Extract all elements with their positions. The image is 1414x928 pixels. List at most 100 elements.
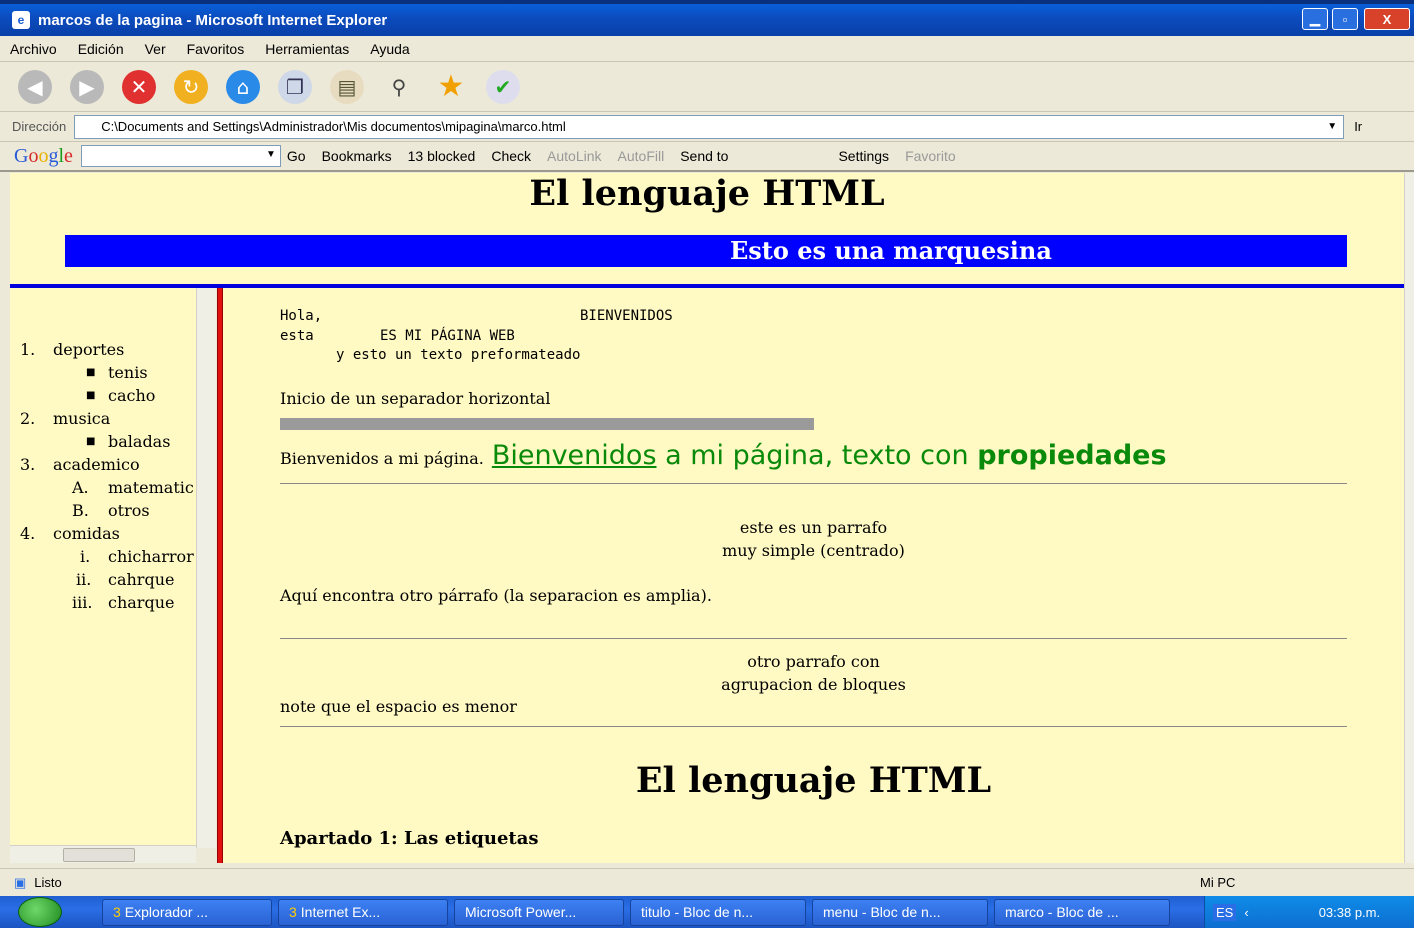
copy-icon[interactable]: ❐ (278, 69, 312, 104)
favorites-star-icon[interactable]: ★ (434, 69, 468, 104)
address-input[interactable]: C:\Documents and Settings\Administrador\… (74, 114, 1345, 139)
address-label: Dirección (12, 119, 67, 134)
language-indicator[interactable]: ES (1213, 903, 1237, 921)
minimize-button[interactable]: ▁ (1302, 8, 1328, 30)
frame-heading: El lenguaje HTML (529, 173, 885, 214)
task-count: 3 (289, 904, 297, 920)
task-label: Explorador ... (124, 904, 209, 920)
title-frame: El lenguaje HTML Esto es una marquesina (10, 173, 1404, 284)
scroll-thumb[interactable] (63, 848, 135, 862)
menu-herramientas[interactable]: Herramientas (265, 41, 349, 57)
window-titlebar: e marcos de la pagina - Microsoft Intern… (0, 0, 1414, 36)
list-item-cacho[interactable]: cacho (108, 386, 155, 405)
bullet-icon: ■ (86, 436, 96, 447)
list-item-matematica[interactable]: matematic (108, 478, 194, 497)
search-icon[interactable]: ⚲ (382, 70, 416, 104)
list-marker: B. (72, 501, 89, 520)
welcome-mid: a mi página, texto con (656, 440, 978, 471)
list-item-tenis[interactable]: tenis (108, 363, 148, 382)
list-item-baladas[interactable]: baladas (108, 432, 170, 451)
forward-icon[interactable]: ▶ (70, 69, 104, 104)
list-marker: 3. (20, 455, 36, 474)
zone-text: Mi PC (1200, 875, 1236, 890)
list-item-cahrque[interactable]: cahrque (108, 570, 174, 589)
chevron-down-icon[interactable]: ▼ (1321, 116, 1343, 138)
send-to-button[interactable]: Send to (680, 148, 728, 164)
bookmarks-button[interactable]: Bookmarks (322, 148, 392, 164)
popup-blocked-button[interactable]: 13 blocked (408, 148, 476, 164)
clock: 03:38 p.m. (1318, 904, 1381, 920)
google-search-input[interactable]: ▼ (80, 145, 281, 167)
welcome-line: Bienvenidos a mi página. Bienvenidos a m… (280, 440, 1167, 471)
menu-ver[interactable]: Ver (145, 41, 166, 57)
note-text: note que el espacio es menor (280, 697, 517, 716)
marquee-banner: Esto es una marquesina (65, 235, 1347, 267)
other-paragraph: Aquí encontra otro párrafo (la separacio… (280, 586, 712, 605)
task-label: menu - Bloc de n... (823, 904, 941, 920)
page-icon: ▣ (14, 874, 27, 890)
system-tray: ES ‹ 03:38 p.m. (1204, 896, 1414, 928)
windows-logo-icon (18, 897, 62, 927)
taskbar-item-menu[interactable]: menu - Bloc de n... (812, 898, 988, 926)
menu-frame: 1. deportes ■ tenis ■ cacho 2. musica ■ … (10, 288, 196, 863)
block-line-1: otro parrafo con (747, 652, 880, 671)
menu-edicion[interactable]: Edición (78, 41, 124, 57)
pre-text: esta (280, 328, 314, 344)
task-label: Internet Ex... (300, 904, 381, 920)
list-item-deportes[interactable]: deportes (53, 340, 124, 359)
section-heading: Apartado 1: Las etiquetas (280, 828, 539, 849)
list-marker: 2. (20, 409, 36, 428)
list-item-academico[interactable]: academico (53, 455, 140, 474)
google-go-button[interactable]: Go (287, 148, 306, 164)
taskbar-item-marco[interactable]: marco - Bloc de ... (994, 898, 1170, 926)
list-marker: 4. (20, 524, 36, 543)
taskbar: 3 Explorador ... 3 Internet Ex... Microsof… (0, 896, 1414, 928)
google-logo: Google (14, 144, 73, 167)
list-item-charque[interactable]: charque (108, 593, 174, 612)
address-bar: Dirección C:\Documents and Settings\Admi… (0, 112, 1414, 142)
taskbar-item-internet-explorer[interactable]: 3 Internet Ex... (278, 898, 448, 926)
tray-icons[interactable]: ‹ (1244, 905, 1248, 920)
horizontal-rule (280, 638, 1347, 639)
spellcheck-button[interactable]: Check (491, 148, 531, 164)
status-bar: ▣ Listo Mi PC (0, 868, 1414, 896)
task-label: Microsoft Power... (465, 904, 577, 920)
autolink-button[interactable]: AutoLink (547, 148, 601, 164)
stop-icon[interactable]: ✕ (122, 69, 156, 104)
start-button[interactable] (0, 896, 80, 928)
bullet-icon: ■ (86, 390, 96, 401)
history-icon[interactable]: ✔ (486, 69, 520, 104)
task-count: 3 (113, 904, 121, 920)
autofill-button[interactable]: AutoFill (618, 148, 665, 164)
menu-frame-vertical-scrollbar[interactable] (196, 288, 216, 848)
content-vertical-scrollbar[interactable] (1404, 173, 1414, 863)
settings-button[interactable]: Settings (838, 148, 889, 164)
home-icon[interactable]: ⌂ (226, 69, 260, 104)
centered-line-1: este es un parrafo (739, 518, 888, 537)
list-item-otros[interactable]: otros (108, 501, 150, 520)
favorites-button[interactable]: Favorito (905, 148, 956, 164)
list-item-chicharron[interactable]: chicharror (108, 547, 194, 566)
taskbar-item-titulo[interactable]: titulo - Bloc de n... (630, 898, 806, 926)
menu-bar: Archivo Edición Ver Favoritos Herramient… (0, 36, 1414, 62)
list-item-musica[interactable]: musica (53, 409, 110, 428)
menu-frame-horizontal-scrollbar[interactable] (10, 845, 196, 863)
task-label: titulo - Bloc de n... (641, 904, 754, 920)
taskbar-item-powerpoint[interactable]: Microsoft Power... (454, 898, 624, 926)
go-button[interactable]: Ir (1354, 119, 1362, 134)
welcome-link[interactable]: Bienvenidos (492, 440, 657, 471)
menu-favoritos[interactable]: Favoritos (187, 41, 245, 57)
taskbar-item-explorer[interactable]: 3 Explorador ... (102, 898, 272, 926)
back-icon[interactable]: ◀ (18, 69, 52, 104)
paste-icon[interactable]: ▤ (330, 69, 364, 104)
menu-archivo[interactable]: Archivo (10, 41, 57, 57)
refresh-icon[interactable]: ↻ (174, 69, 208, 104)
menu-ayuda[interactable]: Ayuda (370, 41, 409, 57)
welcome-small: Bienvenidos a mi página. (280, 449, 484, 468)
list-marker: ii. (76, 570, 92, 589)
maximize-button[interactable]: ▫ (1332, 8, 1358, 30)
close-button[interactable]: X (1364, 8, 1410, 30)
ie-icon: e (12, 11, 30, 29)
list-item-comidas[interactable]: comidas (53, 524, 120, 543)
block-line-2: agrupacion de bloques (721, 675, 906, 694)
